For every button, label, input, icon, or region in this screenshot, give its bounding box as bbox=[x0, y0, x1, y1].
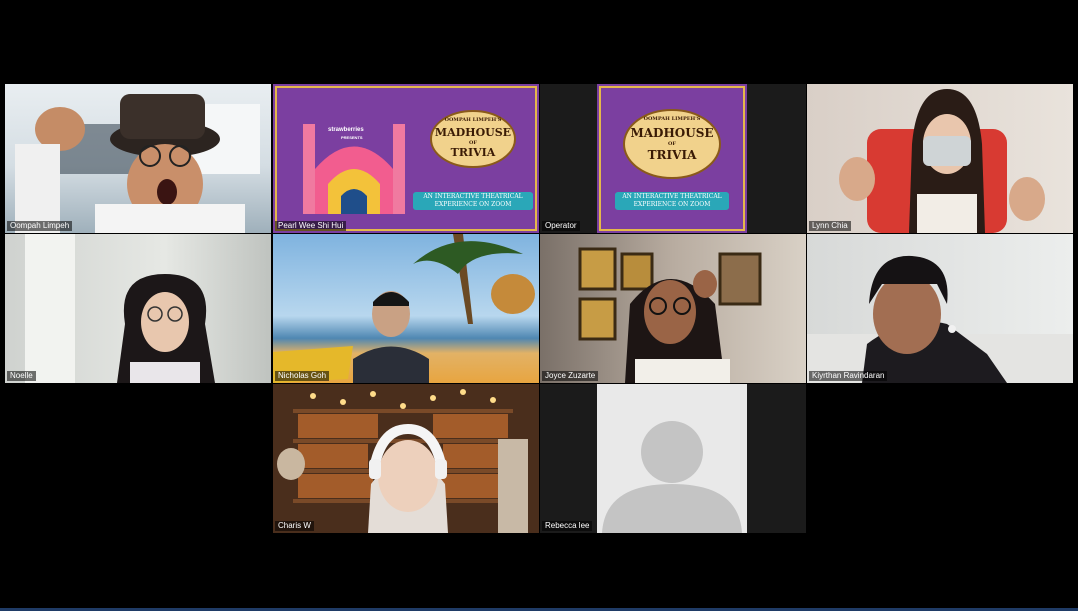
participant-video bbox=[578, 247, 762, 383]
participant-name-label: Rebecca lee bbox=[542, 521, 593, 531]
participant-name-label: Kiyrthan Ravindaran bbox=[809, 371, 888, 381]
participant-video bbox=[273, 234, 535, 383]
video-tile-lynn[interactable]: Lynn Chia bbox=[807, 84, 1073, 233]
participant-video bbox=[15, 94, 260, 233]
participant-video bbox=[807, 255, 1073, 383]
poster-brand: strawberries bbox=[328, 127, 364, 133]
participant-name-label: Noelle bbox=[7, 371, 36, 381]
video-tile-noelle[interactable]: Noelle bbox=[5, 234, 271, 383]
poster-title-main: MADHOUSE bbox=[434, 126, 512, 139]
poster-tagline-1: AN INTERACTIVE THEATRICAL bbox=[615, 193, 729, 201]
video-tile-joyce[interactable]: Joyce Zuzarte bbox=[540, 234, 806, 383]
avatar-placeholder bbox=[597, 384, 747, 533]
participant-name-label: Joyce Zuzarte bbox=[542, 371, 599, 381]
participant-name-label: Lynn Chia bbox=[809, 221, 851, 231]
video-tile-operator[interactable]: OOMPAH LIMPEH'S MADHOUSE OF TRIVIA AN IN… bbox=[540, 84, 806, 233]
video-tile-charis[interactable]: Charis W bbox=[273, 384, 539, 533]
user-silhouette-icon bbox=[602, 421, 742, 533]
poster-title-main: MADHOUSE bbox=[630, 126, 714, 140]
video-tile-oompah[interactable]: Oompah Limpeh bbox=[5, 84, 271, 233]
participant-video bbox=[25, 234, 215, 383]
participant-name-label: Charis W bbox=[275, 521, 314, 531]
participant-name-label: Oompah Limpeh bbox=[7, 221, 73, 231]
poster-title-top: OOMPAH LIMPEH'S bbox=[643, 116, 701, 122]
video-tile-nicholas[interactable]: Nicholas Goh bbox=[273, 234, 539, 383]
video-tile-rebecca[interactable]: Rebecca lee bbox=[540, 384, 806, 533]
participant-name-label: Nicholas Goh bbox=[275, 371, 330, 381]
poster-presents: PRESENTS bbox=[341, 135, 363, 140]
video-tile-pearl[interactable]: strawberries PRESENTS OOMPAH LIMPEH'S MA… bbox=[273, 84, 539, 233]
poster-tagline-2: EXPERIENCE ON ZOOM bbox=[413, 201, 533, 209]
participant-name-label: Operator bbox=[542, 221, 580, 231]
poster-title-trivia: TRIVIA bbox=[450, 146, 496, 159]
poster-tagline-2: EXPERIENCE ON ZOOM bbox=[615, 201, 729, 209]
poster-title-trivia: TRIVIA bbox=[647, 148, 697, 162]
participant-name-label: Pearl Wee Shi Hui bbox=[275, 221, 347, 231]
participant-video bbox=[839, 89, 1045, 233]
poster-title-top: OOMPAH LIMPEH'S bbox=[444, 117, 502, 123]
participant-video bbox=[273, 384, 539, 533]
video-tile-kiyrthan[interactable]: Kiyrthan Ravindaran bbox=[807, 234, 1073, 383]
poster-title-of: OF bbox=[668, 141, 676, 147]
poster-tagline-1: AN INTERACTIVE THEATRICAL bbox=[413, 193, 533, 201]
